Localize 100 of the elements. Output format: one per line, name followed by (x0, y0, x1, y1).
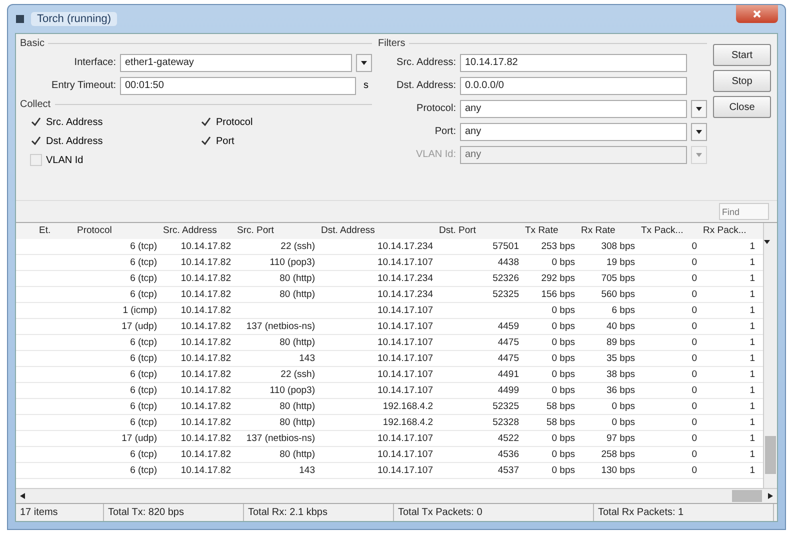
window-title: Torch (running) (31, 12, 117, 26)
table-cell-text: 22 (ssh) (280, 240, 316, 254)
table-cell-text: 0 bps (610, 416, 636, 430)
column-header[interactable]: Dst. Address (318, 223, 436, 239)
table-cell-text: 38 bps (605, 368, 636, 382)
table-cell-text: 258 bps (600, 448, 636, 462)
checkbox-label: Port (216, 136, 234, 146)
scroll-thumb[interactable] (765, 436, 776, 474)
table-cell-text: 10.14.17.82 (180, 272, 232, 286)
table-cell-text: 58 bps (545, 400, 576, 414)
column-header[interactable]: Tx Rate (522, 223, 578, 239)
table-cell-text: 0 bps (550, 336, 576, 350)
table-cell-text: 1 (748, 336, 756, 350)
table-cell-text: 10.14.17.82 (180, 288, 232, 302)
find-field[interactable]: Find (719, 203, 769, 220)
table-cell-text: 110 (pop3) (268, 384, 316, 398)
dropdown-button[interactable] (356, 54, 372, 72)
filter-field[interactable]: 0.0.0.0/0 (460, 76, 687, 94)
table-cell-text: 35 bps (605, 352, 636, 366)
scroll-thumb[interactable] (732, 490, 762, 502)
table-cell-text: 143 (298, 464, 316, 478)
scroll-right-icon (768, 493, 773, 499)
filter-field[interactable]: any (460, 122, 687, 140)
column-header[interactable]: Tx Pack... (638, 223, 700, 239)
table-cell-text: 10.14.17.107 (376, 352, 434, 366)
dialog-button[interactable]: Stop (713, 70, 771, 92)
table-cell-text: 80 (http) (278, 336, 316, 350)
field-label: Dst. Address: (396, 80, 456, 91)
table-cell-text: 80 (http) (278, 272, 316, 286)
table-cell-text: 0 (690, 368, 698, 382)
scroll-up-icon (764, 239, 770, 245)
unit-label: s (362, 80, 370, 91)
table-cell-text: 1 (748, 256, 756, 270)
column-header[interactable]: Protocol (74, 223, 160, 239)
table-cell-text: 1 (748, 272, 756, 286)
interface-field[interactable]: ether1-gateway (120, 54, 352, 72)
table-cell-text: 0 (690, 304, 698, 318)
table-cell-text: 0 bps (550, 368, 576, 382)
dialog-button[interactable]: Close (713, 96, 771, 118)
table-cell-text: 10.14.17.82 (180, 432, 232, 446)
table-cell-text: 52326 (492, 272, 520, 286)
table-cell-text: 308 bps (600, 240, 636, 254)
checkbox[interactable] (200, 116, 212, 128)
timeout-field[interactable]: 00:01:50 (120, 76, 356, 94)
table-cell-text: 1 (748, 368, 756, 382)
table-cell-text: 0 (690, 288, 698, 302)
status-text: Total Tx Packets: 0 (394, 504, 594, 521)
dialog-button[interactable]: Start (713, 44, 771, 66)
checkbox[interactable] (30, 116, 42, 128)
dropdown-button[interactable] (691, 122, 707, 140)
filter-field[interactable]: any (460, 100, 687, 118)
horizontal-scrollbar[interactable] (16, 488, 777, 503)
table-cell-text: 6 (tcp) (129, 352, 158, 366)
column-header[interactable]: Rx Pack... (700, 223, 758, 239)
table-cell-text: 0 (690, 352, 698, 366)
close-button[interactable] (736, 5, 778, 23)
column-header[interactable]: Src. Address (160, 223, 234, 239)
column-header[interactable]: Rx Rate (578, 223, 638, 239)
table-cell-text: 97 bps (605, 432, 636, 446)
table-cell-text: 58 bps (545, 416, 576, 430)
table-cell-text: 10.14.17.107 (376, 304, 434, 318)
table-cell-text: 10.14.17.82 (180, 384, 232, 398)
table-cell-text: 4438 (496, 256, 520, 270)
checkbox-label: Dst. Address (46, 136, 103, 146)
dropdown-button[interactable] (691, 100, 707, 118)
table-cell-text: 10.14.17.234 (376, 288, 434, 302)
table-cell-text: 10.14.17.82 (180, 240, 232, 254)
table-cell-text: 17 (udp) (120, 432, 158, 446)
table-cell-text: 10.14.17.107 (376, 464, 434, 478)
vertical-scrollbar[interactable] (763, 223, 777, 488)
checkbox-label: Src. Address (46, 116, 103, 128)
table-cell-text: 1 (748, 464, 756, 478)
field-label: Protocol: (416, 103, 456, 114)
table-cell-text: 1 (748, 352, 756, 366)
table-cell-text: 192.168.4.2 (382, 400, 434, 414)
checkbox-label: VLAN Id (46, 154, 84, 166)
column-header[interactable]: Dst. Port (436, 223, 522, 239)
filter-field[interactable]: 10.14.17.82 (460, 54, 687, 72)
checkbox[interactable] (30, 135, 42, 147)
table-cell-text: 6 (tcp) (129, 336, 158, 350)
table-cell-text: 10.14.17.82 (180, 448, 232, 462)
caret-icon (361, 60, 367, 66)
column-header[interactable]: Src. Port (234, 223, 318, 239)
status-text: Total Rx: 2.1 kbps (244, 504, 394, 521)
status-text: Total Rx Packets: 1 (594, 504, 774, 521)
table-cell-text: 4536 (496, 448, 520, 462)
table-cell-text: 253 bps (540, 240, 576, 254)
table-cell-text: 0 (690, 432, 698, 446)
table-cell-text: 0 bps (550, 464, 576, 478)
table-cell-text: 52328 (492, 416, 520, 430)
group-label: Basic (20, 38, 44, 49)
table-cell-text: 0 (690, 320, 698, 334)
table-cell-text: 10.14.17.82 (180, 368, 232, 382)
table-cell-text: 6 (tcp) (129, 384, 158, 398)
table-cell-text: 0 (690, 464, 698, 478)
table-cell-text: 1 (748, 240, 756, 254)
column-header[interactable]: Et. (36, 223, 74, 239)
table-cell-text: 80 (http) (278, 400, 316, 414)
table-cell-text: 1 (748, 304, 756, 318)
checkbox[interactable] (200, 135, 212, 147)
